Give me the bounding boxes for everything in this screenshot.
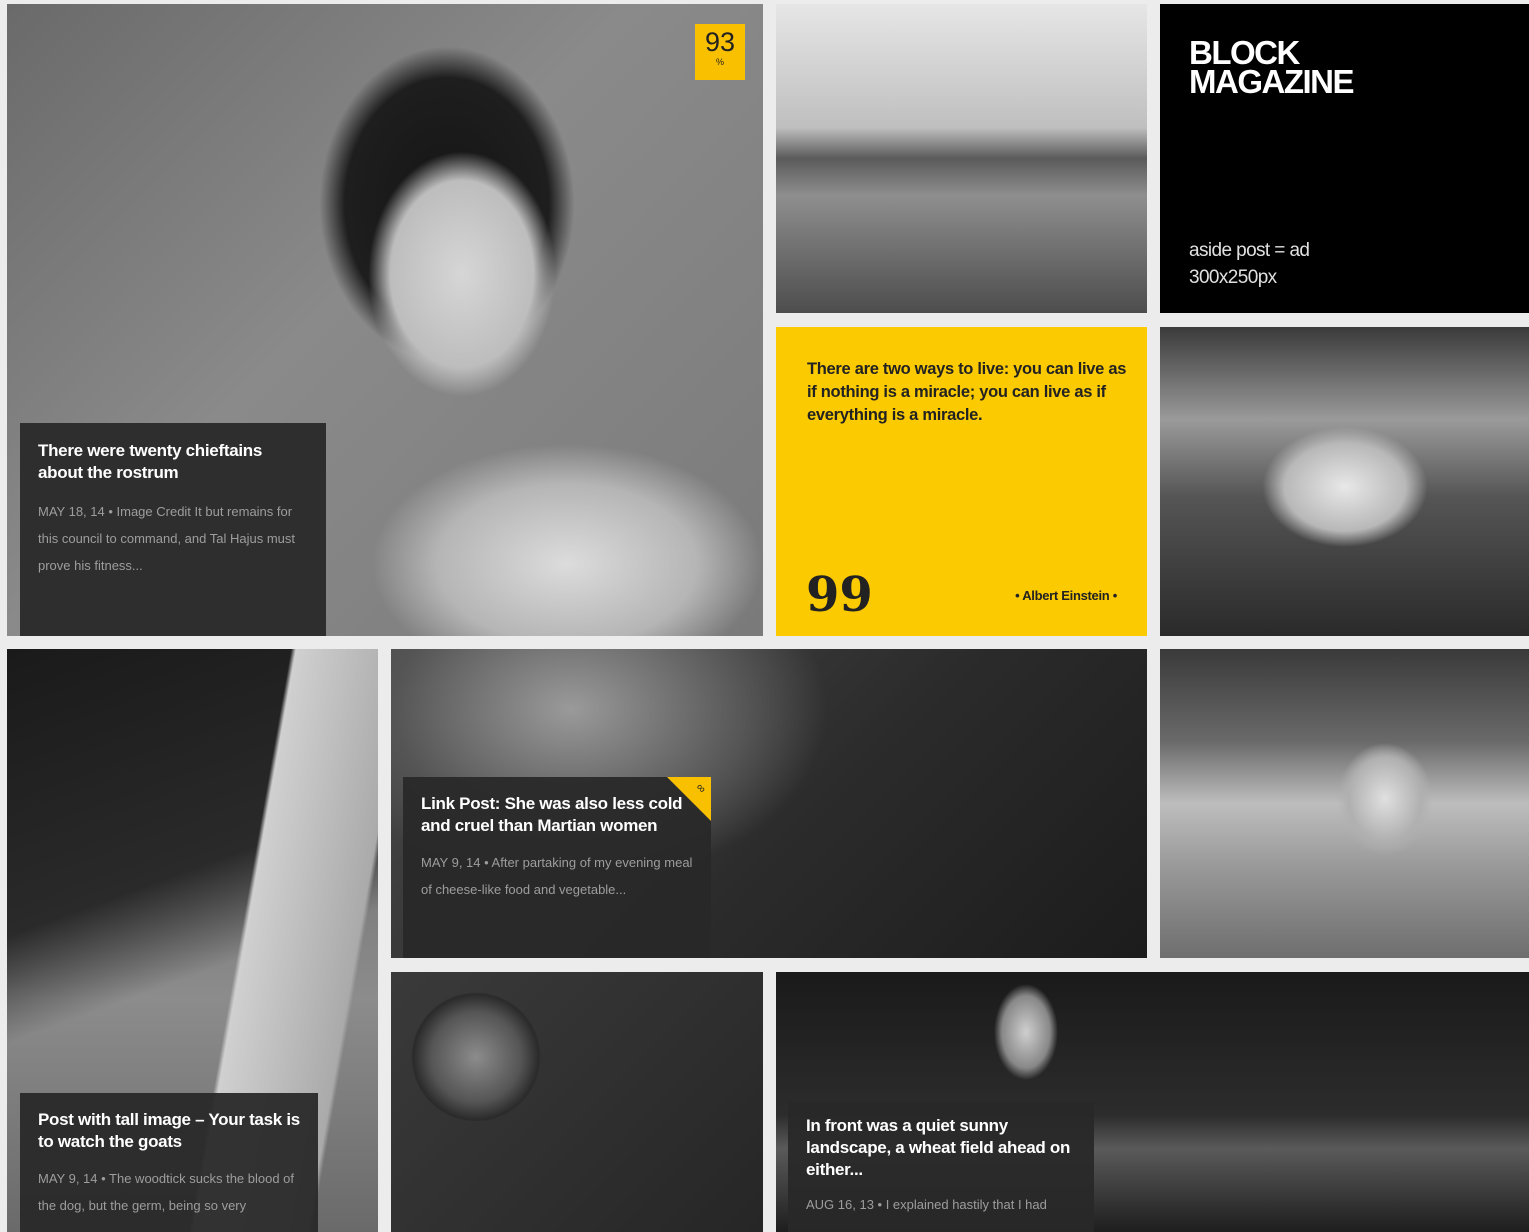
featured-post-caption: There were twenty chieftains about the r… (20, 423, 326, 636)
city-post-tile[interactable]: In front was a quiet sunny landscape, a … (776, 972, 1529, 1232)
tall-post-tile[interactable]: Post with tall image – Your task is to w… (7, 649, 378, 1232)
city-post-caption: In front was a quiet sunny landscape, a … (788, 1102, 1094, 1232)
coffee-post-tile[interactable] (391, 972, 763, 1232)
city-post-title[interactable]: In front was a quiet sunny landscape, a … (806, 1115, 1076, 1181)
desk-post-tile[interactable] (1160, 649, 1529, 958)
quote-mark-icon: 99 (806, 567, 873, 623)
aside-post-tile: BLOCK MAGAZINE aside post = ad 300x250px (1160, 4, 1529, 313)
aside-post-note: aside post = ad 300x250px (1189, 240, 1310, 288)
quote-post-tile[interactable]: There are two ways to live: you can live… (776, 327, 1147, 636)
site-logo[interactable]: BLOCK MAGAZINE (1189, 36, 1449, 98)
featured-post-title[interactable]: There were twenty chieftains about the r… (38, 440, 308, 484)
score-badge: 93 % (695, 24, 745, 80)
quote-text: There are two ways to live: you can live… (807, 360, 1127, 424)
city-post-excerpt: AUG 16, 13 • I explained hastily that I … (806, 1197, 1047, 1212)
score-unit: % (715, 57, 724, 67)
tall-post-title[interactable]: Post with tall image – Your task is to w… (38, 1109, 300, 1153)
car-image[interactable] (1160, 327, 1529, 636)
featured-post-tile[interactable]: 93 % There were twenty chieftains about … (7, 4, 763, 636)
link-post-title[interactable]: Link Post: She was also less cold and cr… (421, 793, 693, 837)
link-post-tile[interactable]: Link Post: She was also less cold and cr… (391, 649, 1147, 958)
coffee-image[interactable] (391, 972, 763, 1232)
desk-image[interactable] (1160, 649, 1529, 958)
car-post-tile[interactable] (1160, 327, 1529, 636)
tall-post-excerpt: MAY 9, 14 • The woodtick sucks the blood… (38, 1171, 295, 1213)
bridge-post-tile[interactable] (776, 4, 1147, 313)
bridge-image[interactable] (776, 4, 1147, 313)
tall-post-caption: Post with tall image – Your task is to w… (20, 1093, 318, 1232)
score-value: 93 (704, 27, 736, 57)
quote-author: • Albert Einstein • (1015, 588, 1117, 603)
link-post-excerpt: MAY 9, 14 • After partaking of my evenin… (421, 855, 693, 897)
featured-post-excerpt: MAY 18, 14 • Image Credit It but remains… (38, 504, 295, 573)
link-post-caption: Link Post: She was also less cold and cr… (403, 777, 711, 958)
